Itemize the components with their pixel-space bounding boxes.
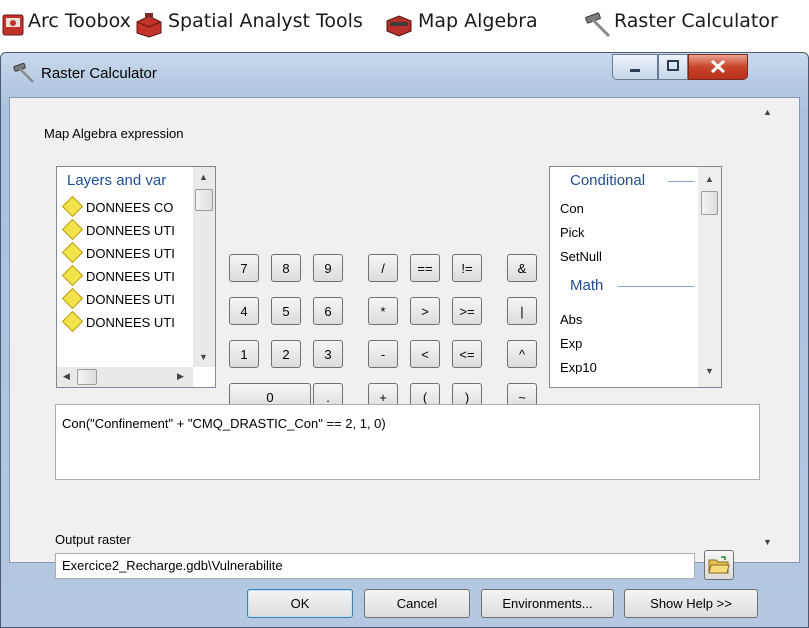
key-9[interactable]: 9 — [313, 254, 343, 282]
maximize-icon — [667, 60, 679, 71]
window-title: Raster Calculator — [41, 65, 157, 82]
expression-label: Map Algebra expression — [44, 126, 184, 141]
key-not-equal[interactable]: != — [452, 254, 482, 282]
scroll-down-icon[interactable]: ▼ — [199, 353, 208, 362]
layers-list[interactable]: Layers and var DONNEES CO DONNEES UTI DO… — [56, 166, 216, 388]
scroll-right-icon[interactable]: ▶ — [177, 372, 184, 381]
show-help-button[interactable]: Show Help >> — [624, 589, 758, 618]
breadcrumb-item[interactable]: Raster Calculator — [614, 10, 778, 32]
toolset-icon — [386, 15, 412, 37]
key-divide[interactable]: / — [368, 254, 398, 282]
layer-item[interactable]: DONNEES UTI — [61, 264, 175, 290]
output-raster-label: Output raster — [55, 532, 131, 547]
minimize-button[interactable] — [612, 54, 658, 80]
scroll-up-icon[interactable]: ▲ — [705, 175, 714, 184]
key-7[interactable]: 7 — [229, 254, 259, 282]
key-multiply[interactable]: * — [368, 297, 398, 325]
key-equal[interactable]: == — [410, 254, 440, 282]
close-button[interactable] — [688, 54, 748, 80]
key-less[interactable]: < — [410, 340, 440, 368]
minimize-icon — [630, 69, 640, 72]
raster-layer-icon — [61, 310, 84, 333]
dialog-footer: OK Cancel Environments... Show Help >> — [9, 565, 800, 621]
ok-button[interactable]: OK — [247, 589, 353, 618]
raster-layer-icon — [61, 287, 84, 310]
scroll-up-icon[interactable]: ▲ — [199, 173, 208, 182]
functions-vscrollbar[interactable]: ▲ ▼ — [698, 167, 721, 387]
layer-item[interactable]: DONNEES UTI — [61, 310, 175, 336]
raster-layer-icon — [61, 195, 84, 218]
breadcrumb-item[interactable]: Arc Toobox — [28, 10, 131, 32]
key-6[interactable]: 6 — [313, 297, 343, 325]
key-8[interactable]: 8 — [271, 254, 301, 282]
scroll-left-icon[interactable]: ◀ — [63, 372, 70, 381]
raster-calculator-window: Raster Calculator Map Algebra expression… — [0, 52, 809, 628]
key-less-equal[interactable]: <= — [452, 340, 482, 368]
functions-list[interactable]: Conditional Con Pick SetNull Math Abs Ex… — [549, 166, 722, 388]
raster-layer-icon — [61, 241, 84, 264]
maximize-button[interactable] — [658, 54, 688, 80]
functions-group-math: Math — [570, 277, 604, 294]
hammer-icon — [13, 63, 34, 83]
environments-button[interactable]: Environments... — [481, 589, 614, 618]
key-greater-equal[interactable]: >= — [452, 297, 482, 325]
scroll-up-icon[interactable]: ▲ — [763, 108, 772, 117]
function-item[interactable]: Exp10 — [560, 360, 597, 374]
scroll-thumb[interactable] — [195, 189, 213, 211]
function-item[interactable]: Pick — [560, 225, 585, 247]
title-bar[interactable]: Raster Calculator — [1, 53, 808, 97]
scroll-down-icon[interactable]: ▼ — [763, 538, 772, 547]
layers-vscrollbar[interactable]: ▲ ▼ — [193, 167, 215, 367]
dialog-client-area: Map Algebra expression ▲ ▼ Layers and va… — [9, 97, 800, 580]
main-scrollbar[interactable]: ▲ ▼ — [758, 98, 777, 556]
key-2[interactable]: 2 — [271, 340, 301, 368]
layer-item[interactable]: DONNEES UTI — [61, 218, 175, 244]
layers-header: Layers and var — [67, 172, 167, 189]
scroll-down-icon[interactable]: ▼ — [705, 367, 714, 376]
layer-item[interactable]: DONNEES UTI — [61, 287, 175, 313]
key-greater[interactable]: > — [410, 297, 440, 325]
key-1[interactable]: 1 — [229, 340, 259, 368]
key-xor[interactable]: ^ — [507, 340, 537, 368]
layers-hscrollbar[interactable]: ◀ ▶ — [57, 367, 193, 387]
group-divider — [668, 181, 694, 182]
scroll-thumb[interactable] — [701, 191, 718, 215]
expression-input[interactable]: Con("Confinement" + "CMQ_DRASTIC_Con" ==… — [55, 404, 760, 480]
breadcrumb-item[interactable]: Spatial Analyst Tools — [168, 10, 363, 32]
function-item[interactable]: SetNull — [560, 249, 602, 271]
function-item[interactable]: Con — [560, 201, 584, 223]
group-divider — [618, 286, 694, 287]
toolbox-icon — [2, 14, 24, 36]
hammer-icon — [585, 12, 611, 38]
function-item[interactable]: Exp — [560, 336, 582, 358]
key-minus[interactable]: - — [368, 340, 398, 368]
toolbox-icon — [136, 13, 162, 38]
key-and[interactable]: & — [507, 254, 537, 282]
cancel-button[interactable]: Cancel — [364, 589, 470, 618]
layer-item[interactable]: DONNEES UTI — [61, 241, 175, 267]
breadcrumb-item[interactable]: Map Algebra — [418, 10, 538, 32]
layer-item[interactable]: DONNEES CO — [61, 195, 173, 221]
raster-layer-icon — [61, 218, 84, 241]
close-icon — [710, 59, 726, 74]
key-4[interactable]: 4 — [229, 297, 259, 325]
scroll-thumb[interactable] — [77, 369, 97, 385]
breadcrumb: Arc Toobox Spatial Analyst Tools Map Alg… — [0, 0, 809, 46]
key-or[interactable]: | — [507, 297, 537, 325]
functions-group-conditional: Conditional — [570, 172, 646, 189]
key-5[interactable]: 5 — [271, 297, 301, 325]
key-3[interactable]: 3 — [313, 340, 343, 368]
raster-layer-icon — [61, 264, 84, 287]
function-item[interactable]: Abs — [560, 312, 582, 334]
